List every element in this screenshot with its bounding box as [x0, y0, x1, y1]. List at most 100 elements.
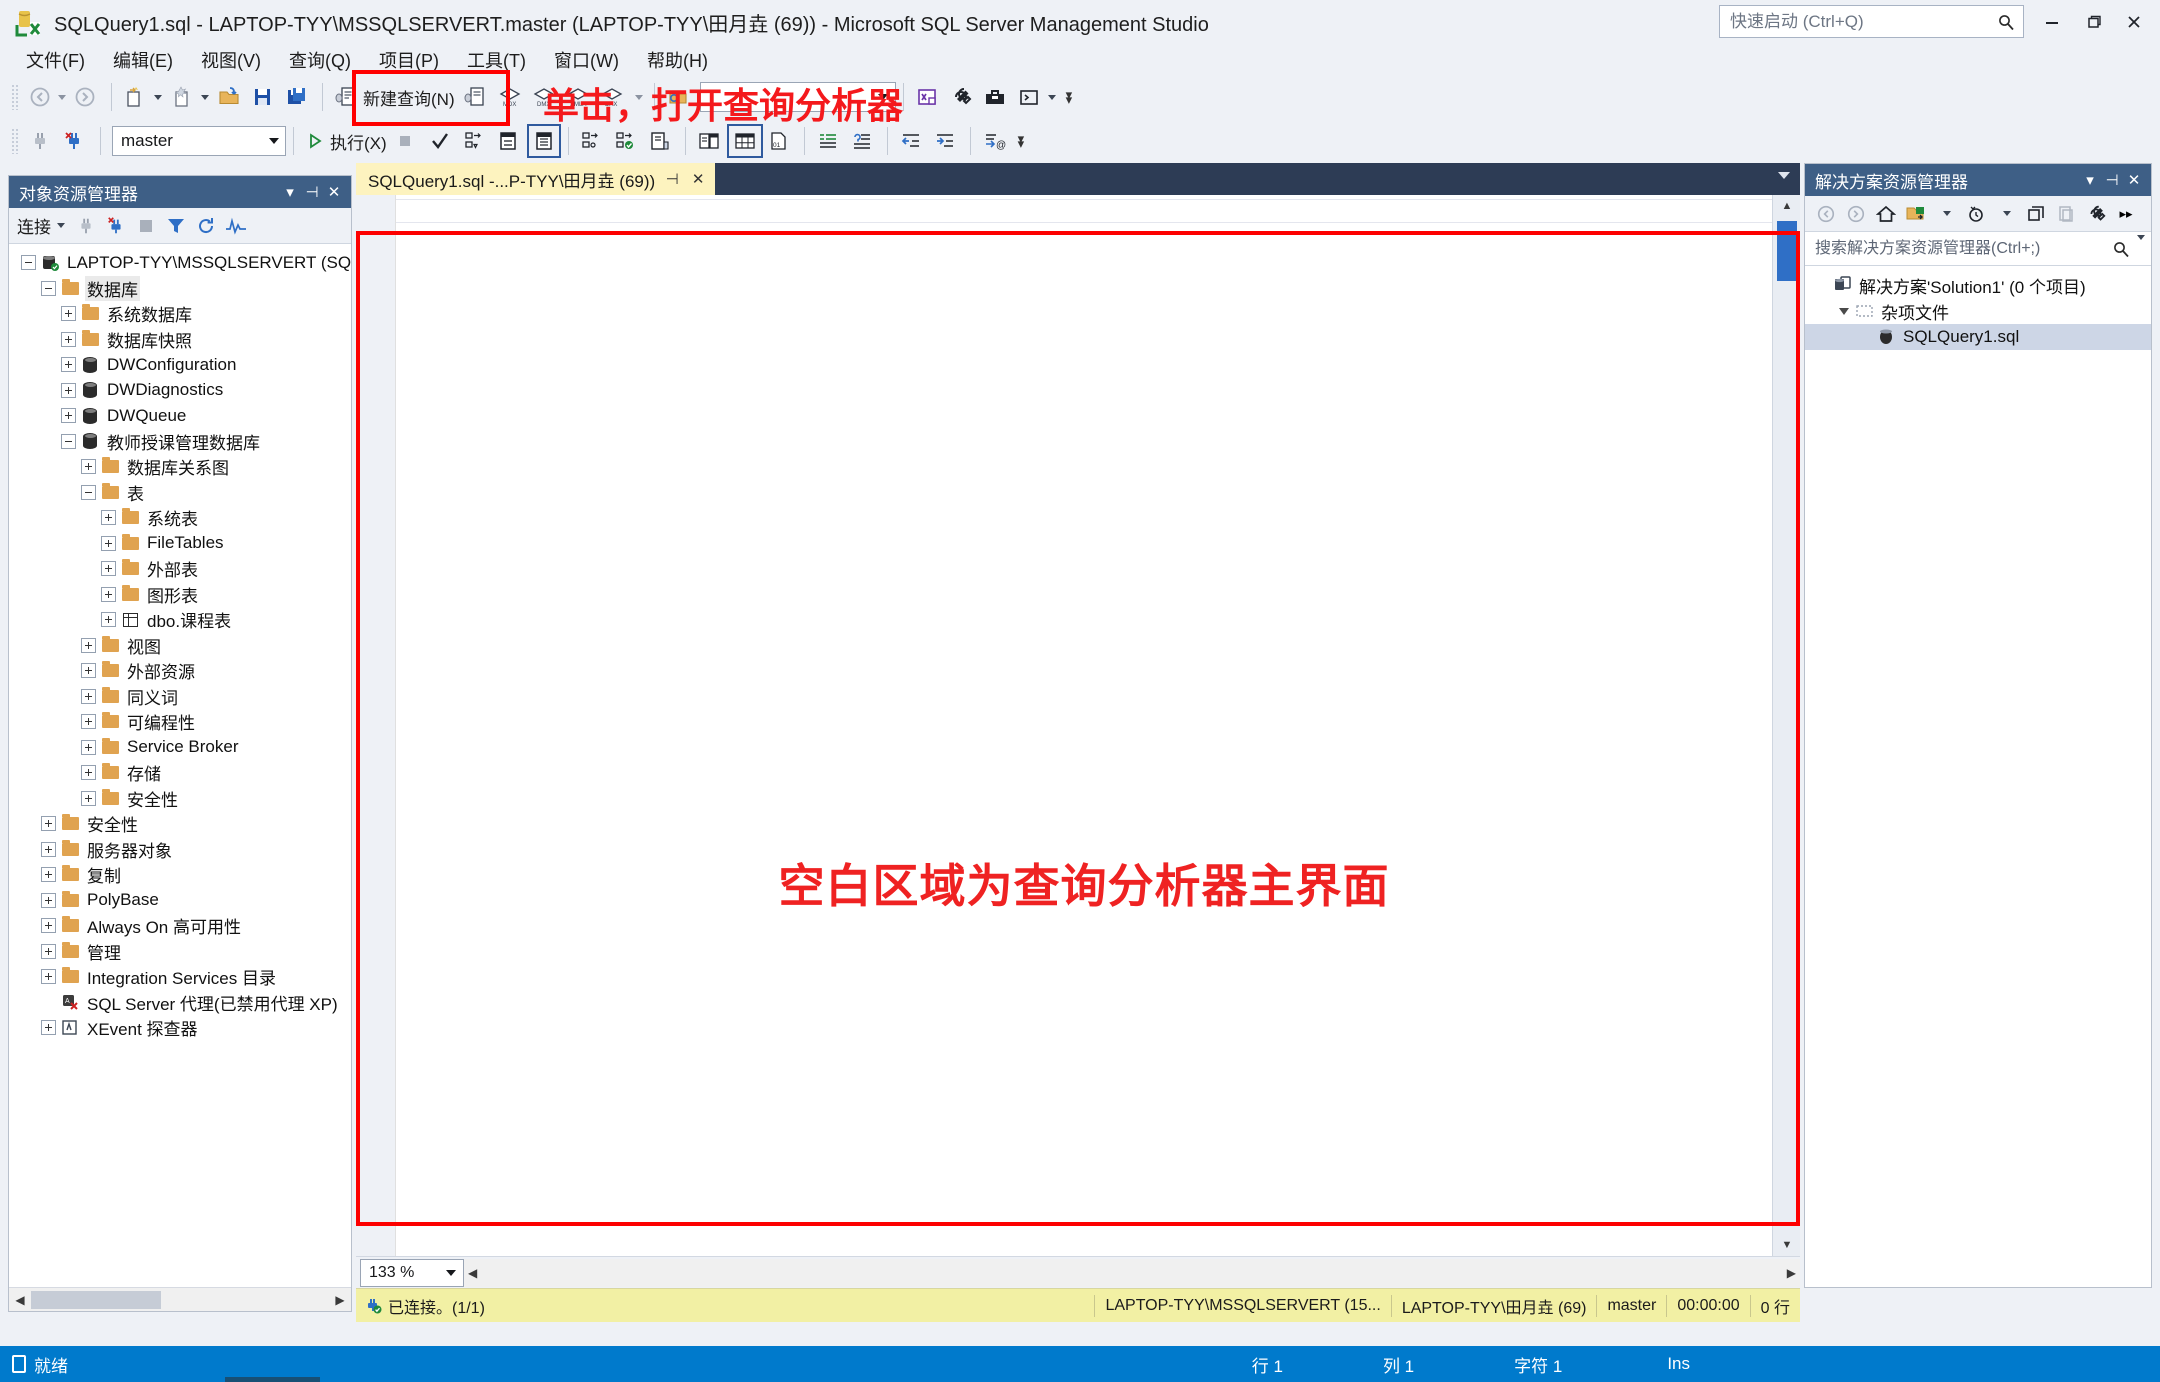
filter-icon[interactable]: [163, 212, 189, 240]
uncomment-selection-button[interactable]: [846, 124, 880, 158]
new-project-button[interactable]: [119, 80, 166, 114]
object-explorer-node[interactable]: DWQueue: [9, 403, 351, 429]
expand-plus-icon[interactable]: [81, 714, 96, 730]
collapse-minus-icon[interactable]: [61, 433, 76, 449]
scroll-thumb[interactable]: [1777, 221, 1797, 281]
increase-indent-button[interactable]: [929, 124, 963, 158]
expand-plus-icon[interactable]: [81, 637, 96, 653]
pin-icon[interactable]: ⊣: [663, 170, 681, 188]
overflow-icon[interactable]: ▸▸: [2113, 200, 2139, 228]
chevron-down-icon[interactable]: [57, 223, 65, 228]
show-all-files-icon[interactable]: [1903, 200, 1929, 228]
scroll-right-icon[interactable]: ▶: [329, 1293, 351, 1307]
expand-plus-icon[interactable]: [41, 841, 56, 857]
object-explorer-node[interactable]: 数据库关系图: [9, 454, 351, 480]
new-item-caret[interactable]: [201, 94, 209, 100]
object-explorer-node[interactable]: PolyBase: [9, 888, 351, 914]
object-explorer-node[interactable]: 图形表: [9, 582, 351, 608]
nav-back-button[interactable]: [25, 80, 70, 114]
menu-query[interactable]: 查询(Q): [275, 45, 365, 75]
chevron-down-icon[interactable]: ▾: [2079, 168, 2101, 192]
expand-plus-icon[interactable]: [101, 510, 116, 526]
results-to-grid-button[interactable]: [526, 124, 561, 158]
display-estimated-plan-button[interactable]: [459, 124, 493, 158]
expand-plus-icon[interactable]: [61, 382, 76, 398]
close-button[interactable]: [2114, 6, 2154, 38]
object-explorer-node[interactable]: 系统数据库: [9, 301, 351, 327]
solution-explorer-node[interactable]: SQLQuery1.sql: [1805, 324, 2151, 350]
expand-plus-icon[interactable]: [41, 943, 56, 959]
object-explorer-node[interactable]: DWDiagnostics: [9, 378, 351, 404]
scroll-right-icon[interactable]: ▶: [1787, 1266, 1796, 1280]
expand-plus-icon[interactable]: [41, 918, 56, 934]
toolbar-grip[interactable]: [11, 128, 20, 154]
object-explorer-node[interactable]: DWConfiguration: [9, 352, 351, 378]
expand-plus-icon[interactable]: [101, 586, 116, 602]
maximize-button[interactable]: [2074, 6, 2114, 38]
object-explorer-node[interactable]: 复制: [9, 862, 351, 888]
decrease-indent-button[interactable]: [895, 124, 929, 158]
nav-forward-button[interactable]: [70, 80, 104, 114]
object-explorer-button[interactable]: [911, 80, 945, 114]
quick-launch-box[interactable]: [1719, 5, 2024, 38]
collapse-minus-icon[interactable]: [81, 484, 96, 500]
chevron-down-icon[interactable]: [269, 138, 279, 144]
chevron-down-icon[interactable]: [2135, 234, 2145, 258]
activity-monitor-icon[interactable]: [223, 212, 249, 240]
object-explorer-node[interactable]: 外部资源: [9, 658, 351, 684]
expand-plus-icon[interactable]: [41, 892, 56, 908]
save-button[interactable]: [247, 80, 281, 114]
new-project-caret[interactable]: [154, 94, 162, 100]
object-explorer-hscrollbar[interactable]: ◀ ▶: [9, 1287, 351, 1311]
solution-search-input[interactable]: [1813, 238, 2112, 259]
object-explorer-node[interactable]: 安全性: [9, 811, 351, 837]
results-to-text-button[interactable]: [693, 124, 727, 158]
editor-horizontal-scrollbar[interactable]: ◀ ▶: [464, 1258, 1800, 1287]
query-options-button[interactable]: [493, 124, 527, 158]
sql-code-editor[interactable]: 空白区域为查询分析器主界面: [396, 195, 1772, 1256]
expand-plus-icon[interactable]: [61, 331, 76, 347]
toolbar-grip[interactable]: [11, 84, 20, 110]
search-icon[interactable]: [2112, 240, 2130, 258]
solution-explorer-search[interactable]: [1805, 232, 2151, 266]
results-to-grid-display-button[interactable]: [726, 124, 763, 158]
solution-explorer-node[interactable]: 杂项文件: [1805, 298, 2151, 324]
database-combo[interactable]: master: [112, 126, 286, 156]
object-explorer-node[interactable]: 数据库快照: [9, 327, 351, 353]
menu-file[interactable]: 文件(F): [12, 45, 99, 75]
pending-changes-filter-icon[interactable]: [1963, 200, 1989, 228]
toolbar-overflow-icon[interactable]: ▾ ▾: [1018, 132, 1025, 150]
chevron-down-icon[interactable]: [1778, 172, 1790, 179]
comment-selection-button[interactable]: [812, 124, 846, 158]
open-folder-button[interactable]: [213, 80, 247, 114]
expand-plus-icon[interactable]: [81, 790, 96, 806]
results-to-file-button[interactable]: 01: [763, 124, 797, 158]
expand-plus-icon[interactable]: [41, 867, 56, 883]
expand-plus-icon[interactable]: [81, 765, 96, 781]
minimize-button[interactable]: [2032, 6, 2072, 38]
terminal-button[interactable]: [1013, 80, 1060, 114]
menu-window[interactable]: 窗口(W): [540, 45, 633, 75]
menu-view[interactable]: 视图(V): [187, 45, 275, 75]
object-explorer-node[interactable]: 系统表: [9, 505, 351, 531]
expand-plus-icon[interactable]: [81, 459, 96, 475]
disconnect-plug-icon[interactable]: [103, 212, 129, 240]
toolbox-button[interactable]: [979, 80, 1013, 114]
object-explorer-node[interactable]: 服务器对象: [9, 837, 351, 863]
object-explorer-node[interactable]: dbo.课程表: [9, 607, 351, 633]
home-icon[interactable]: [1873, 200, 1899, 228]
menu-help[interactable]: 帮助(H): [633, 45, 722, 75]
expand-plus-icon[interactable]: [101, 535, 116, 551]
object-explorer-node[interactable]: 表: [9, 480, 351, 506]
include-actual-plan-button[interactable]: [576, 124, 610, 158]
collapse-triangle-icon[interactable]: [1837, 307, 1851, 315]
object-explorer-node[interactable]: 管理: [9, 939, 351, 965]
close-icon[interactable]: ✕: [323, 180, 345, 204]
collapse-all-icon[interactable]: [2023, 200, 2049, 228]
object-explorer-node[interactable]: FileTables: [9, 531, 351, 557]
object-explorer-tree[interactable]: LAPTOP-TYY\MSSQLSERVERT (SQL 数据库 系统数据库 数据库快…: [9, 244, 351, 1287]
collapse-minus-icon[interactable]: [41, 280, 56, 296]
object-explorer-node[interactable]: A SQL Server 代理(已禁用代理 XP): [9, 990, 351, 1016]
expand-plus-icon[interactable]: [61, 408, 76, 424]
object-explorer-node[interactable]: 同义词: [9, 684, 351, 710]
